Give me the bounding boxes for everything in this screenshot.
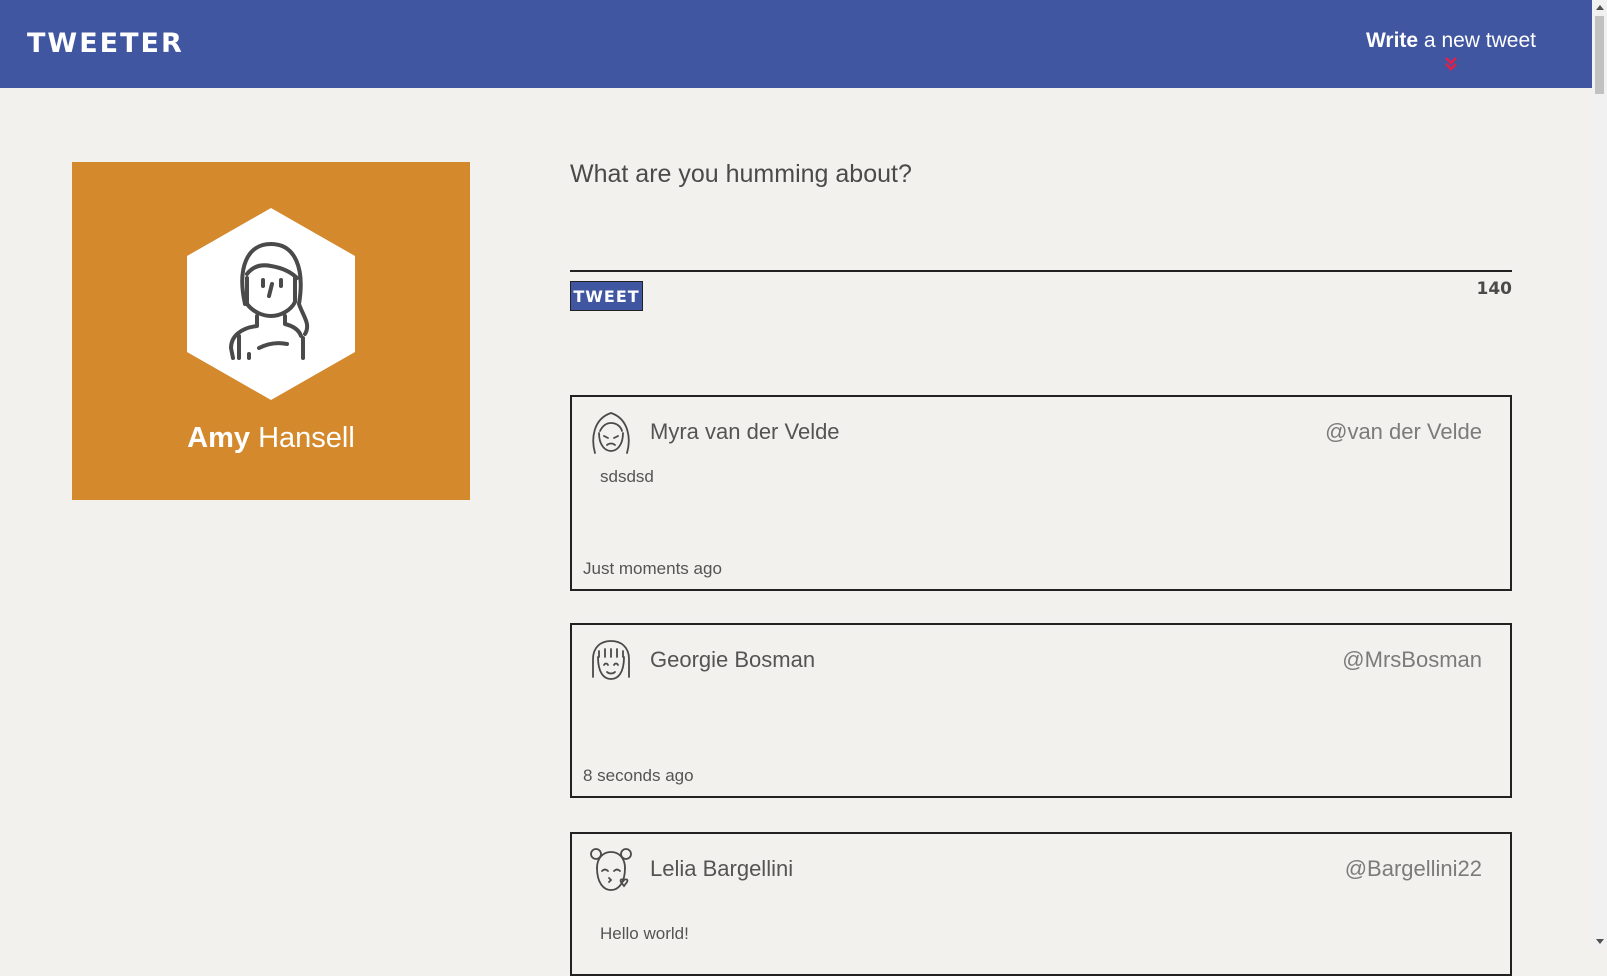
tweet-content: Hello world!	[600, 924, 689, 943]
page-scrollbar[interactable]	[1592, 0, 1607, 949]
profile-card: Amy Hansell	[72, 162, 470, 500]
scroll-thumb[interactable]	[1595, 16, 1604, 94]
profile-name: Amy Hansell	[72, 422, 470, 455]
composer-prompt: What are you humming about?	[570, 160, 912, 188]
char-counter: 140	[1476, 279, 1513, 299]
girl-kiss-avatar-icon	[590, 848, 632, 891]
tweet-timestamp: Just moments ago	[583, 559, 722, 578]
write-tweet-toggle[interactable]: Write a new tweet	[1366, 29, 1536, 72]
profile-last-name: Hansell	[250, 422, 355, 454]
tweet-textarea[interactable]	[570, 210, 1512, 272]
tweet-timestamp: 8 seconds ago	[583, 766, 694, 785]
tweet-content: sdsdsd	[600, 467, 654, 486]
tweet-author-handle: @van der Velde	[1325, 419, 1482, 444]
girl-bangs-avatar-icon	[592, 640, 630, 680]
girl-sad-avatar-icon	[592, 412, 630, 454]
profile-first-name: Amy	[187, 422, 251, 454]
tweet-author-handle: @Bargellini22	[1344, 856, 1482, 881]
tweet-card: Myra van der Velde @van der Velde sdsdsd…	[570, 395, 1512, 591]
tweet-card: Lelia Bargellini @Bargellini22 Hello wor…	[570, 832, 1512, 976]
tweet-composer: What are you humming about? TWEET 140	[570, 160, 1512, 311]
double-chevron-down-icon[interactable]	[1444, 56, 1458, 72]
tweet-author-handle: @MrsBosman	[1342, 647, 1482, 672]
tweet-author-name: Georgie Bosman	[650, 647, 816, 672]
write-toggle-bold: Write	[1365, 29, 1419, 52]
woman-avatar-icon	[187, 208, 355, 400]
scroll-down-arrow-icon[interactable]	[1596, 939, 1604, 944]
tweet-submit-button[interactable]: TWEET	[570, 281, 643, 311]
top-nav: TWEETER Write a new tweet	[0, 0, 1592, 88]
write-toggle-text: a new tweet	[1418, 29, 1536, 52]
brand-logo[interactable]: TWEETER	[27, 28, 184, 59]
scroll-up-arrow-icon[interactable]	[1596, 5, 1604, 10]
tweet-author-name: Myra van der Velde	[650, 419, 840, 444]
tweet-author-name: Lelia Bargellini	[650, 856, 794, 881]
tweet-card: Georgie Bosman @MrsBosman 8 seconds ago	[570, 623, 1512, 798]
